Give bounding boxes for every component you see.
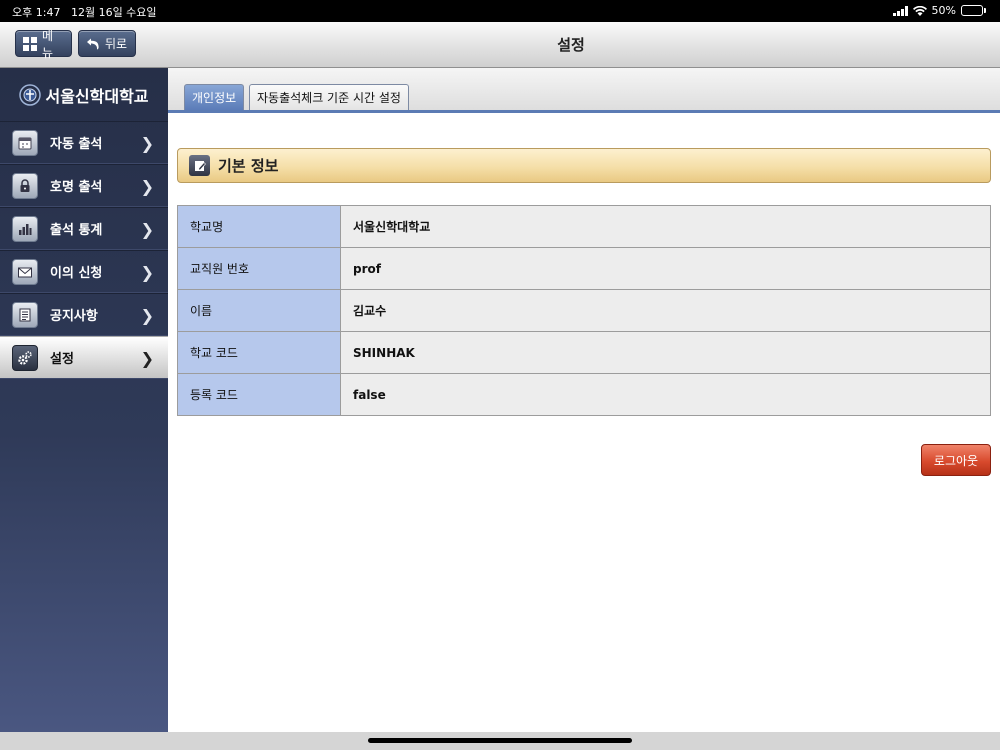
list-icon bbox=[12, 301, 38, 328]
chevron-right-icon: ❯ bbox=[140, 220, 154, 239]
sidebar-item-objection[interactable]: 이의 신청 ❯ bbox=[0, 250, 168, 293]
logo-text: 서울신학대학교 bbox=[45, 86, 149, 106]
cellular-signal-icon bbox=[892, 5, 908, 16]
status-date: 12월 16일 수요일 bbox=[70, 6, 157, 19]
info-key: 등록 코드 bbox=[177, 373, 341, 416]
info-key: 학교 코드 bbox=[177, 331, 341, 374]
info-key: 학교명 bbox=[177, 205, 341, 248]
table-row: 등록 코드 false bbox=[177, 373, 991, 416]
info-value: 김교수 bbox=[340, 289, 991, 332]
info-value: false bbox=[340, 373, 991, 416]
wifi-icon bbox=[912, 5, 927, 16]
sidebar: 서울신학대학교 자동 출석 ❯ 호명 출석 ❯ 출석 통계 ❯ 이의 신청 ❯ … bbox=[0, 68, 168, 732]
info-value: prof bbox=[340, 247, 991, 290]
battery-percent: 50% bbox=[931, 4, 956, 17]
table-row: 학교명 서울신학대학교 bbox=[177, 205, 991, 248]
sidebar-item-label: 호명 출석 bbox=[50, 180, 103, 195]
page-title: 설정 bbox=[557, 36, 585, 54]
sidebar-item-label: 출석 통계 bbox=[50, 223, 103, 238]
info-table: 학교명 서울신학대학교 교직원 번호 prof 이름 김교수 학교 코드 SHI… bbox=[177, 205, 991, 416]
sidebar-item-attendance-stats[interactable]: 출석 통계 ❯ bbox=[0, 207, 168, 250]
main-content: 개인정보 자동출석체크 기준 시간 설정 기본 정보 학교명 서울신학대학교 교… bbox=[168, 68, 1000, 732]
home-indicator[interactable] bbox=[368, 738, 632, 743]
gear-icon bbox=[12, 344, 38, 371]
calendar-icon bbox=[12, 129, 38, 156]
home-indicator-bar bbox=[0, 732, 1000, 750]
sidebar-item-auto-attendance[interactable]: 자동 출석 ❯ bbox=[0, 121, 168, 164]
battery-icon bbox=[961, 5, 986, 16]
tab-bar: 개인정보 자동출석체크 기준 시간 설정 bbox=[168, 68, 1000, 113]
sidebar-item-label: 자동 출석 bbox=[50, 137, 103, 152]
status-indicators: 50% bbox=[892, 4, 986, 17]
info-key: 이름 bbox=[177, 289, 341, 332]
info-key: 교직원 번호 bbox=[177, 247, 341, 290]
tab-auto-attendance-time[interactable]: 자동출석체크 기준 시간 설정 bbox=[249, 84, 409, 110]
logout-button[interactable]: 로그아웃 bbox=[921, 444, 991, 476]
table-row: 이름 김교수 bbox=[177, 289, 991, 332]
chevron-right-icon: ❯ bbox=[140, 263, 154, 282]
sidebar-item-label: 설정 bbox=[50, 352, 74, 367]
edit-document-icon bbox=[189, 155, 210, 176]
chevron-right-icon: ❯ bbox=[140, 306, 154, 325]
bar-chart-icon bbox=[12, 215, 38, 242]
university-emblem-icon bbox=[19, 83, 42, 106]
lock-icon bbox=[12, 172, 38, 199]
section-title: 기본 정보 bbox=[218, 157, 279, 175]
status-time-date: 오후 1:47 12월 16일 수요일 bbox=[12, 4, 157, 20]
table-row: 교직원 번호 prof bbox=[177, 247, 991, 290]
sidebar-item-label: 이의 신청 bbox=[50, 266, 103, 281]
info-value: SHINHAK bbox=[340, 331, 991, 374]
chevron-right-icon: ❯ bbox=[140, 177, 154, 196]
chevron-right-icon: ❯ bbox=[140, 349, 154, 368]
status-time: 오후 1:47 bbox=[12, 6, 61, 19]
sidebar-item-settings[interactable]: 설정 ❯ bbox=[0, 336, 168, 379]
mail-icon bbox=[12, 258, 38, 285]
status-bar: 오후 1:47 12월 16일 수요일 50% bbox=[0, 0, 1000, 22]
chevron-right-icon: ❯ bbox=[140, 134, 154, 153]
nav-header: 메뉴 뒤로 설정 bbox=[0, 22, 1000, 68]
university-logo: 서울신학대학교 bbox=[0, 68, 168, 121]
info-value: 서울신학대학교 bbox=[340, 205, 991, 248]
table-row: 학교 코드 SHINHAK bbox=[177, 331, 991, 374]
tab-personal-info[interactable]: 개인정보 bbox=[184, 84, 245, 110]
section-header: 기본 정보 bbox=[177, 148, 991, 183]
sidebar-item-label: 공지사항 bbox=[50, 309, 98, 324]
sidebar-item-notice[interactable]: 공지사항 ❯ bbox=[0, 293, 168, 336]
sidebar-item-roll-call[interactable]: 호명 출석 ❯ bbox=[0, 164, 168, 207]
